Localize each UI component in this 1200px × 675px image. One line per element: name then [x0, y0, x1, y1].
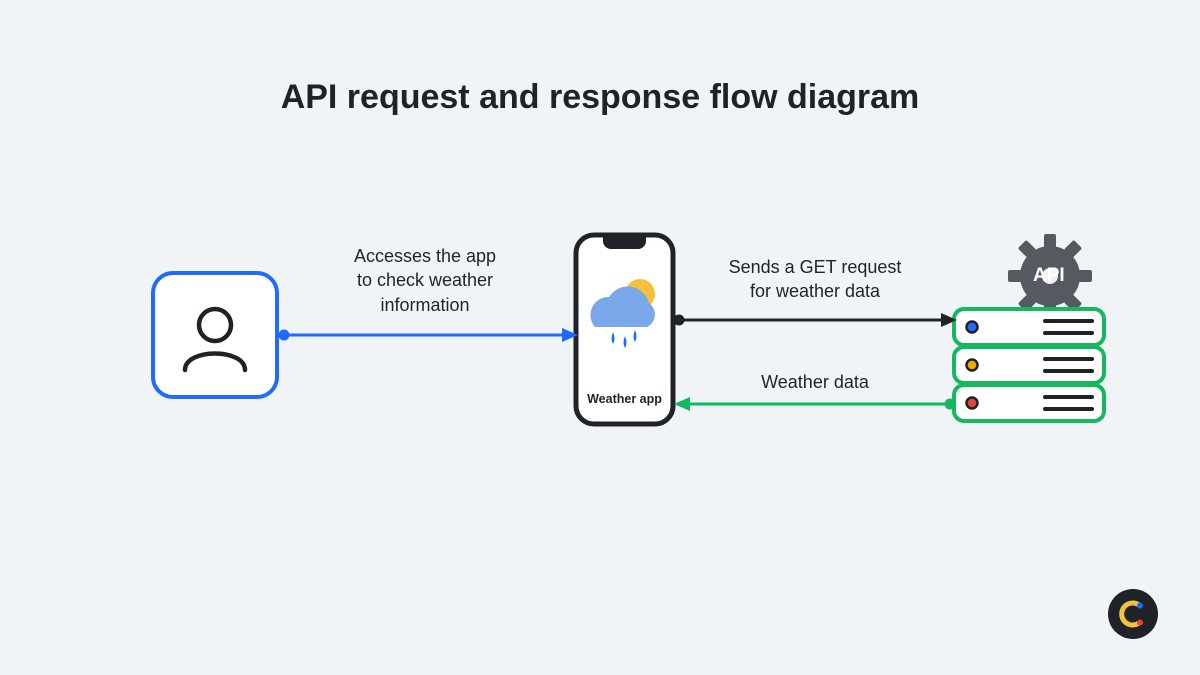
user-node: [150, 270, 280, 400]
app-node: Weather app: [573, 232, 676, 427]
diagram-title: API request and response flow diagram: [0, 78, 1200, 117]
arrow-server-to-app: [674, 391, 956, 417]
label-user-to-app: Accesses the app to check weather inform…: [300, 244, 550, 317]
label-app-to-server: Sends a GET request for weather data: [690, 255, 940, 304]
diagram-stage: API request and response flow diagram: [0, 0, 1200, 675]
c-logo-icon: [1118, 599, 1148, 629]
arrow-user-to-app: [278, 322, 578, 348]
brand-logo: [1108, 589, 1158, 639]
label-server-to-app: Weather data: [690, 370, 940, 394]
app-caption: Weather app: [573, 392, 676, 406]
server-node: API: [950, 234, 1110, 434]
api-label: API: [1033, 265, 1065, 287]
arrow-app-to-server: [673, 307, 957, 333]
